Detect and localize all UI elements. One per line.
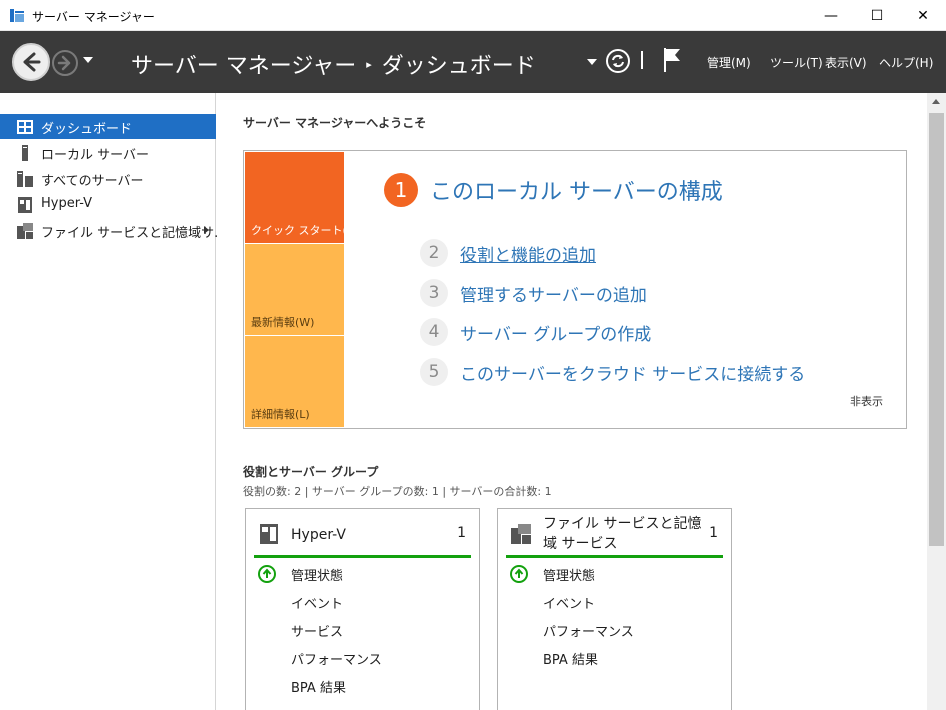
card-row-performance[interactable]: パフォーマンス bbox=[291, 649, 382, 668]
step-number: 5 bbox=[420, 358, 448, 386]
tile-quick-start[interactable]: クイック スタート(Q) bbox=[245, 152, 360, 243]
step-label: サーバー グループの作成 bbox=[460, 324, 652, 345]
step-add-roles[interactable]: 2 役割と機能の追加 bbox=[420, 239, 596, 267]
server-manager-app-icon bbox=[10, 9, 24, 22]
card-row-performance[interactable]: パフォーマンス bbox=[543, 621, 634, 640]
step-label: このローカル サーバーの構成 bbox=[430, 180, 723, 205]
breadcrumb-current: ダッシュボード bbox=[381, 54, 536, 79]
tile-label: 詳細情報(L) bbox=[251, 408, 310, 421]
sidebar-item-label: ファイル サービスと記憶域サ... bbox=[41, 226, 227, 241]
role-card-file-services[interactable]: ファイル サービスと記憶域 サービス 1 管理状態 イベント パフォーマンス B… bbox=[497, 508, 732, 710]
step-create-server-group[interactable]: 4 サーバー グループの作成 bbox=[420, 318, 651, 346]
dropdown-icon[interactable] bbox=[587, 59, 597, 65]
sidebar: ダッシュボード ローカル サーバー すべてのサーバー Hyper-V ファイル … bbox=[0, 93, 227, 710]
card-count: 1 bbox=[457, 525, 466, 541]
file-services-icon bbox=[511, 524, 531, 544]
status-ok-icon bbox=[258, 565, 276, 583]
step-add-servers[interactable]: 3 管理するサーバーの追加 bbox=[420, 279, 647, 307]
card-title: Hyper-V bbox=[291, 527, 346, 543]
sidebar-item-local-server[interactable]: ローカル サーバー bbox=[0, 140, 216, 165]
scroll-up-icon[interactable] bbox=[932, 99, 940, 104]
vertical-scrollbar[interactable] bbox=[927, 93, 946, 710]
menu-tools[interactable]: ツール(T) bbox=[770, 54, 823, 71]
forward-button[interactable] bbox=[52, 50, 78, 76]
role-card-hyperv[interactable]: Hyper-V 1 管理状態 イベント サービス パフォーマンス BPA 結果 bbox=[245, 508, 480, 710]
tile-label: クイック スタート(Q) bbox=[251, 224, 360, 237]
submenu-arrow-icon[interactable] bbox=[204, 226, 209, 234]
dashboard-icon bbox=[17, 120, 33, 134]
hyperv-icon bbox=[18, 197, 32, 213]
card-row-events[interactable]: イベント bbox=[291, 593, 343, 612]
quick-start-panel: クイック スタート(Q) 最新情報(W) 詳細情報(L) 1 このローカル サー… bbox=[243, 150, 907, 429]
sidebar-item-hyperv[interactable]: Hyper-V bbox=[0, 192, 216, 217]
step-label: 役割と機能の追加 bbox=[460, 245, 596, 266]
step-configure-local-server[interactable]: 1 このローカル サーバーの構成 bbox=[384, 173, 723, 207]
card-title: ファイル サービスと記憶域 サービス bbox=[543, 516, 702, 552]
tile-whats-new[interactable]: 最新情報(W) bbox=[245, 244, 344, 335]
menu-view[interactable]: 表示(V) bbox=[825, 54, 867, 71]
welcome-heading: サーバー マネージャーへようこそ bbox=[243, 116, 427, 130]
tile-label: 最新情報(W) bbox=[251, 316, 315, 329]
back-arrow-icon bbox=[23, 52, 41, 72]
breadcrumb-root[interactable]: サーバー マネージャー bbox=[131, 48, 356, 80]
sidebar-item-label: Hyper-V bbox=[41, 196, 93, 211]
scroll-thumb[interactable] bbox=[929, 113, 944, 546]
step-label: このサーバーをクラウド サービスに接続する bbox=[460, 364, 806, 385]
title-bar: サーバー マネージャー — ☐ ✕ bbox=[0, 0, 946, 31]
sidebar-item-all-servers[interactable]: すべてのサーバー bbox=[0, 166, 216, 191]
window-title: サーバー マネージャー bbox=[32, 10, 155, 24]
card-row-manageability[interactable]: 管理状態 bbox=[291, 565, 343, 584]
notifications-flag-icon[interactable] bbox=[661, 46, 683, 74]
server-icon bbox=[22, 145, 28, 161]
card-row-services[interactable]: サービス bbox=[291, 621, 343, 640]
breadcrumb: サーバー マネージャー ▸ ダッシュボード bbox=[131, 48, 536, 80]
back-button[interactable] bbox=[12, 43, 50, 81]
close-button[interactable]: ✕ bbox=[900, 0, 946, 31]
roles-groups-heading: 役割とサーバー グループ bbox=[243, 465, 379, 479]
servers-icon bbox=[17, 171, 33, 187]
step-label: 管理するサーバーの追加 bbox=[460, 285, 647, 306]
menu-help[interactable]: ヘルプ(H) bbox=[879, 54, 933, 71]
history-dropdown-icon[interactable] bbox=[83, 57, 93, 63]
step-number: 2 bbox=[420, 239, 448, 267]
sidebar-item-label: ダッシュボード bbox=[41, 122, 133, 137]
hide-welcome-link[interactable]: 非表示 bbox=[850, 393, 883, 409]
forward-arrow-icon bbox=[57, 55, 71, 71]
breadcrumb-separator-icon: ▸ bbox=[366, 57, 372, 71]
step-connect-cloud[interactable]: 5 このサーバーをクラウド サービスに接続する bbox=[420, 358, 805, 386]
card-row-manageability[interactable]: 管理状態 bbox=[543, 565, 595, 584]
main-content: サーバー マネージャーへようこそ クイック スタート(Q) 最新情報(W) 詳細… bbox=[217, 93, 927, 710]
sidebar-item-label: すべてのサーバー bbox=[41, 174, 144, 189]
menu-manage[interactable]: 管理(M) bbox=[707, 54, 751, 71]
refresh-icon[interactable] bbox=[605, 48, 631, 74]
card-row-events[interactable]: イベント bbox=[543, 593, 595, 612]
header-bar: サーバー マネージャー ▸ ダッシュボード 管理(M) ツール(T) 表示(V)… bbox=[0, 31, 946, 93]
divider bbox=[641, 51, 643, 69]
card-row-bpa-results[interactable]: BPA 結果 bbox=[543, 649, 598, 668]
status-ok-icon bbox=[510, 565, 528, 583]
hyperv-icon bbox=[260, 524, 278, 544]
card-count: 1 bbox=[709, 525, 718, 541]
card-row-bpa-results[interactable]: BPA 結果 bbox=[291, 677, 346, 696]
tile-learn-more[interactable]: 詳細情報(L) bbox=[245, 336, 344, 427]
sidebar-item-label: ローカル サーバー bbox=[41, 148, 150, 163]
step-number: 3 bbox=[420, 279, 448, 307]
status-bar bbox=[254, 555, 471, 558]
sidebar-item-dashboard[interactable]: ダッシュボード bbox=[0, 114, 216, 139]
file-services-icon bbox=[17, 223, 33, 239]
maximize-button[interactable]: ☐ bbox=[854, 0, 900, 31]
roles-groups-summary: 役割の数: 2 | サーバー グループの数: 1 | サーバーの合計数: 1 bbox=[243, 485, 552, 498]
step-number: 1 bbox=[384, 173, 418, 207]
minimize-button[interactable]: — bbox=[808, 0, 854, 31]
step-number: 4 bbox=[420, 318, 448, 346]
sidebar-item-file-services[interactable]: ファイル サービスと記憶域サ... bbox=[0, 218, 227, 243]
status-bar bbox=[506, 555, 723, 558]
